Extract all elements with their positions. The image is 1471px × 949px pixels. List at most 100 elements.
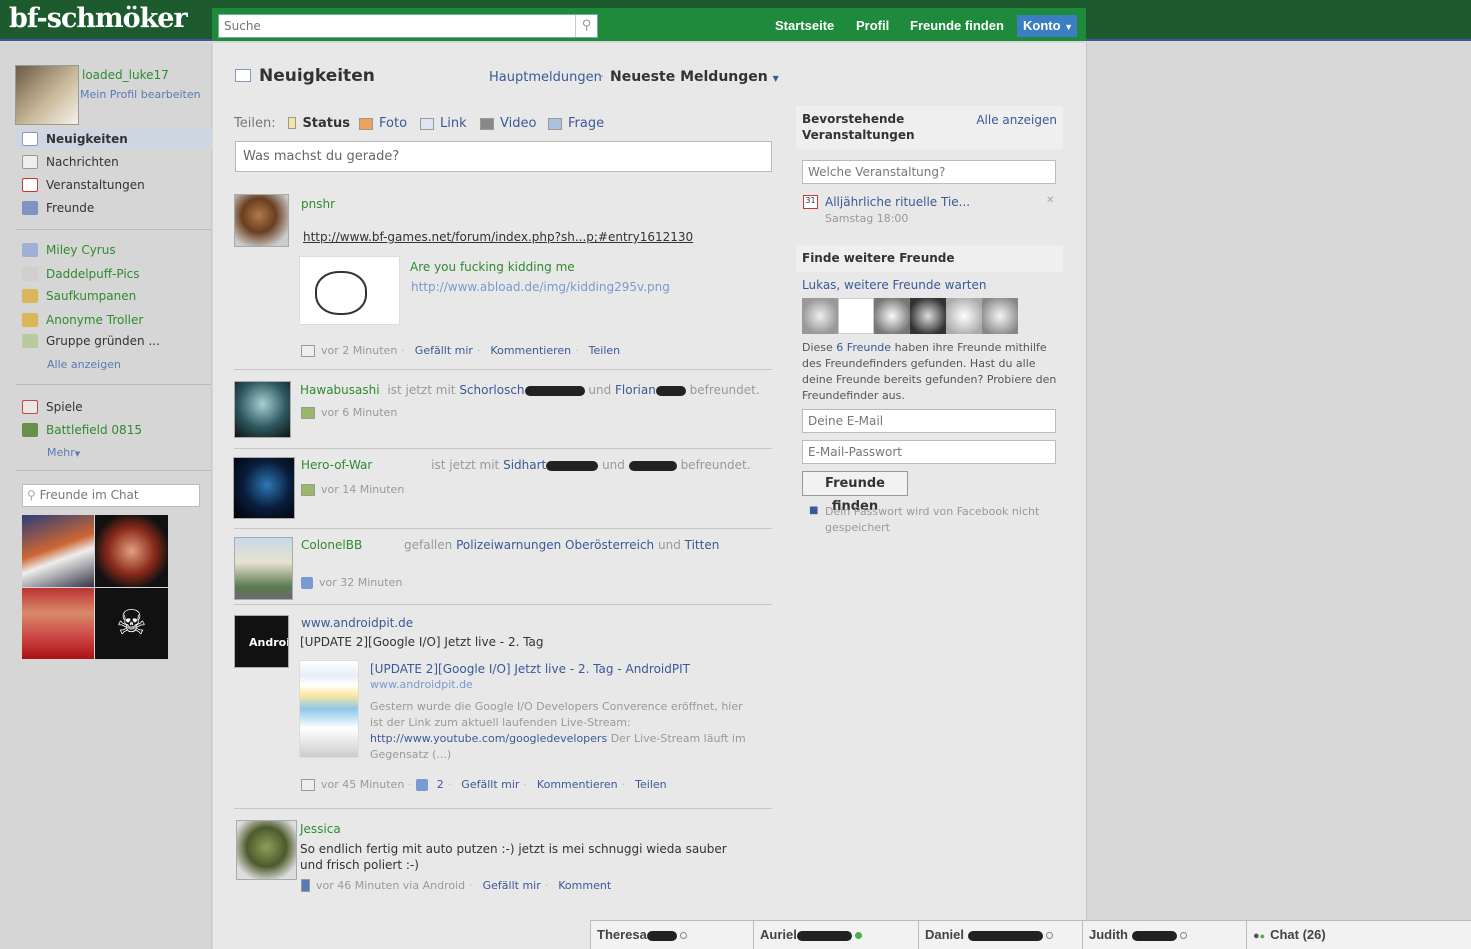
sidebar-item-group[interactable]: Miley Cyrus bbox=[22, 240, 212, 260]
share-video[interactable]: Video bbox=[480, 116, 536, 131]
filter-top-stories[interactable]: Hauptmeldungen bbox=[489, 70, 602, 85]
page-link[interactable]: Titten bbox=[685, 538, 720, 552]
page-link[interactable]: Polizeiwarnungen Oberösterreich bbox=[456, 538, 654, 552]
sidebar-item-app[interactable]: Battlefield 0815 bbox=[22, 420, 212, 440]
sidebar-item-events[interactable]: Veranstaltungen bbox=[22, 175, 212, 195]
comment-link[interactable]: Kommentieren bbox=[537, 778, 618, 791]
search-input[interactable] bbox=[219, 15, 573, 37]
sidebar-item-group[interactable]: Daddelpuff-Pics bbox=[22, 264, 212, 284]
search-icon[interactable]: ⚲ bbox=[575, 15, 597, 37]
chat-tab[interactable]: Auriel bbox=[753, 921, 918, 949]
attachment-thumbnail[interactable] bbox=[299, 256, 400, 325]
like-link[interactable]: Gefällt mir bbox=[415, 344, 473, 357]
nav-find-friends[interactable]: Freunde finden bbox=[910, 18, 1004, 33]
sidebar-item-group[interactable]: Saufkumpanen bbox=[22, 286, 212, 306]
post-time[interactable]: vor 2 Minuten bbox=[321, 344, 397, 357]
share-question[interactable]: Frage bbox=[548, 116, 604, 131]
attachment-title[interactable]: Are you fucking kidding me bbox=[410, 260, 575, 274]
attachment-title[interactable]: [UPDATE 2][Google I/O] Jetzt live - 2. T… bbox=[370, 662, 690, 676]
share-link[interactable]: Link bbox=[420, 116, 467, 131]
like-count[interactable]: 2 bbox=[437, 778, 444, 791]
like-link[interactable]: Gefällt mir bbox=[461, 778, 519, 791]
friend-link[interactable]: Sidhart bbox=[503, 458, 546, 472]
friend-link[interactable]: Schorlosch bbox=[459, 383, 524, 397]
chat-friend-avatar[interactable] bbox=[95, 515, 168, 587]
sidebar-item-messages[interactable]: Nachrichten bbox=[22, 152, 212, 172]
share-link[interactable]: Teilen bbox=[635, 778, 666, 791]
show-all-groups-link[interactable]: Alle anzeigen bbox=[47, 358, 121, 371]
close-icon[interactable]: ✕ bbox=[1046, 195, 1054, 206]
events-show-all[interactable]: Alle anzeigen bbox=[976, 112, 1057, 128]
nav-home[interactable]: Startseite bbox=[775, 18, 834, 33]
nav-profile[interactable]: Profil bbox=[856, 18, 889, 33]
edit-profile-link[interactable]: Mein Profil bearbeiten bbox=[80, 88, 201, 101]
logo[interactable]: bf-schmöker bbox=[9, 3, 188, 34]
post-time[interactable]: vor 6 Minuten bbox=[321, 406, 397, 419]
attachment-url[interactable]: http://www.abload.de/img/kidding295v.png bbox=[411, 280, 670, 294]
post-author[interactable]: Hawabusashi bbox=[300, 383, 380, 397]
profile-name[interactable]: loaded_luke17 bbox=[82, 68, 169, 82]
more-link[interactable]: Mehr▼ bbox=[47, 446, 80, 459]
attachment-thumbnail[interactable] bbox=[299, 660, 359, 758]
attachment-inline-link[interactable]: http://www.youtube.com/googledevelopers bbox=[370, 732, 607, 745]
chat-tab[interactable]: Theresa bbox=[590, 921, 753, 949]
post-time[interactable]: vor 45 Minuten bbox=[321, 778, 404, 791]
post-meta: vor 6 Minuten bbox=[301, 406, 397, 419]
post-author[interactable]: Jessica bbox=[300, 822, 341, 836]
friend-avatar[interactable] bbox=[802, 298, 838, 334]
post-link[interactable]: http://www.bf-games.net/forum/index.php?… bbox=[303, 230, 693, 244]
sidebar-item-friends[interactable]: Freunde bbox=[22, 198, 212, 218]
friends-count-link[interactable]: 6 Freunde bbox=[836, 341, 891, 354]
chat-friend-avatar[interactable] bbox=[22, 515, 94, 587]
calendar-icon bbox=[22, 178, 38, 192]
password-field[interactable]: E-Mail-Passwort bbox=[802, 440, 1056, 464]
friend-avatar[interactable] bbox=[946, 298, 982, 334]
event-input[interactable]: Welche Veranstaltung? bbox=[802, 160, 1056, 184]
share-photo[interactable]: Foto bbox=[359, 116, 407, 131]
post-meta: vor 2 Minuten · Gefällt mir · Kommentieren… bbox=[301, 344, 620, 357]
friend-finder-subtitle[interactable]: Lukas, weitere Freunde warten bbox=[802, 278, 986, 292]
post-time[interactable]: vor 46 Minuten via Android bbox=[316, 879, 465, 892]
event-title[interactable]: Alljährliche rituelle Tie... bbox=[825, 195, 970, 209]
post-time[interactable]: vor 14 Minuten bbox=[321, 483, 404, 496]
sidebar-item-group[interactable]: Anonyme Troller bbox=[22, 310, 212, 330]
post-avatar[interactable]: Androi bbox=[234, 615, 289, 668]
search-box[interactable]: ⚲ bbox=[218, 14, 598, 38]
filter-most-recent[interactable]: Neueste Meldungen ▼ bbox=[610, 69, 779, 85]
chat-search-input[interactable]: ⚲ Freunde im Chat bbox=[22, 484, 200, 507]
post-avatar[interactable] bbox=[234, 537, 293, 600]
news-feed-icon bbox=[22, 132, 38, 146]
comment-link[interactable]: Kommentieren bbox=[490, 344, 571, 357]
chat-tab[interactable]: Judith bbox=[1082, 921, 1246, 949]
post-time[interactable]: vor 32 Minuten bbox=[319, 576, 402, 589]
post-avatar[interactable] bbox=[234, 194, 289, 247]
post-author[interactable]: www.androidpit.de bbox=[301, 616, 413, 630]
sidebar-item-create-group[interactable]: Gruppe gründen ... bbox=[22, 331, 212, 351]
friend-avatar[interactable] bbox=[910, 298, 946, 334]
post-author[interactable]: Hero-of-War bbox=[301, 458, 372, 472]
like-link[interactable]: Gefällt mir bbox=[483, 879, 541, 892]
chat-toggle[interactable]: ●● Chat (26) bbox=[1246, 921, 1471, 949]
find-friends-button[interactable]: Freunde finden bbox=[802, 471, 908, 514]
post-author[interactable]: ColonelBB bbox=[301, 538, 362, 552]
post-author[interactable]: pnshr bbox=[301, 197, 335, 211]
friend-link[interactable]: Florian bbox=[615, 383, 656, 397]
friend-avatar[interactable] bbox=[982, 298, 1018, 334]
share-status[interactable]: Status bbox=[288, 113, 350, 133]
sidebar-item-games[interactable]: Spiele bbox=[22, 397, 212, 417]
sidebar-item-news[interactable]: Neuigkeiten bbox=[16, 129, 212, 149]
status-input[interactable]: Was machst du gerade? bbox=[235, 141, 772, 172]
account-menu[interactable]: Konto ▼ bbox=[1017, 15, 1077, 37]
friend-avatar[interactable] bbox=[874, 298, 910, 334]
chat-friend-avatar[interactable]: ☠ bbox=[95, 588, 168, 659]
post-avatar[interactable] bbox=[233, 457, 295, 519]
post-avatar[interactable] bbox=[234, 381, 291, 438]
comment-link[interactable]: Komment bbox=[558, 879, 611, 892]
friend-avatar[interactable] bbox=[838, 298, 874, 334]
profile-picture[interactable] bbox=[15, 65, 79, 125]
email-field[interactable]: Deine E-Mail bbox=[802, 409, 1056, 433]
share-link[interactable]: Teilen bbox=[589, 344, 620, 357]
chat-friend-avatar[interactable] bbox=[22, 588, 94, 659]
post-avatar[interactable] bbox=[236, 820, 297, 880]
chat-tab[interactable]: Daniel bbox=[918, 921, 1082, 949]
